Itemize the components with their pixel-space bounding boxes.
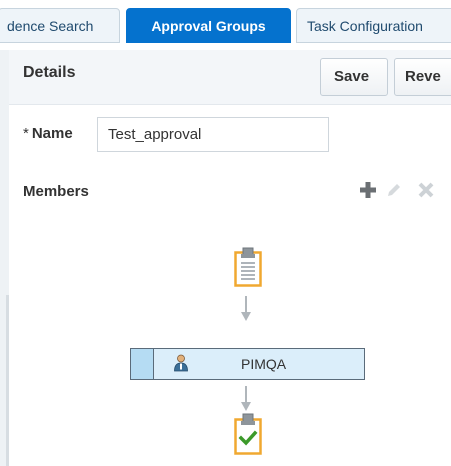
add-icon[interactable] <box>358 180 378 200</box>
members-title: Members <box>23 183 89 200</box>
tab-approval-groups[interactable]: Approval Groups <box>126 8 291 43</box>
member-label: PIMQA <box>241 356 287 372</box>
user-icon <box>174 354 188 372</box>
approval-start-clipboard-icon <box>234 247 262 287</box>
member-row[interactable]: PIMQA <box>130 348 365 380</box>
name-input[interactable] <box>97 117 329 152</box>
details-panel <box>9 50 451 466</box>
name-label-text: Name <box>31 125 73 142</box>
revert-button[interactable]: Reve <box>394 58 451 96</box>
name-label: * Name <box>23 125 73 142</box>
required-marker: * <box>23 125 29 142</box>
edit-icon[interactable] <box>384 180 404 200</box>
tab-task-configuration[interactable]: Task Configuration <box>296 8 451 43</box>
member-row-handle[interactable] <box>131 349 154 379</box>
flow-arrow-down-icon <box>241 296 251 321</box>
flow-arrow-down-icon <box>241 386 251 411</box>
save-button[interactable]: Save <box>320 58 388 96</box>
tab-evidence-search[interactable]: dence Search <box>0 8 120 43</box>
delete-icon[interactable] <box>416 180 436 200</box>
details-title: Details <box>23 64 76 81</box>
tab-bar: dence Search Approval Groups Task Config… <box>0 0 451 51</box>
approval-end-clipboard-check-icon <box>234 413 262 455</box>
